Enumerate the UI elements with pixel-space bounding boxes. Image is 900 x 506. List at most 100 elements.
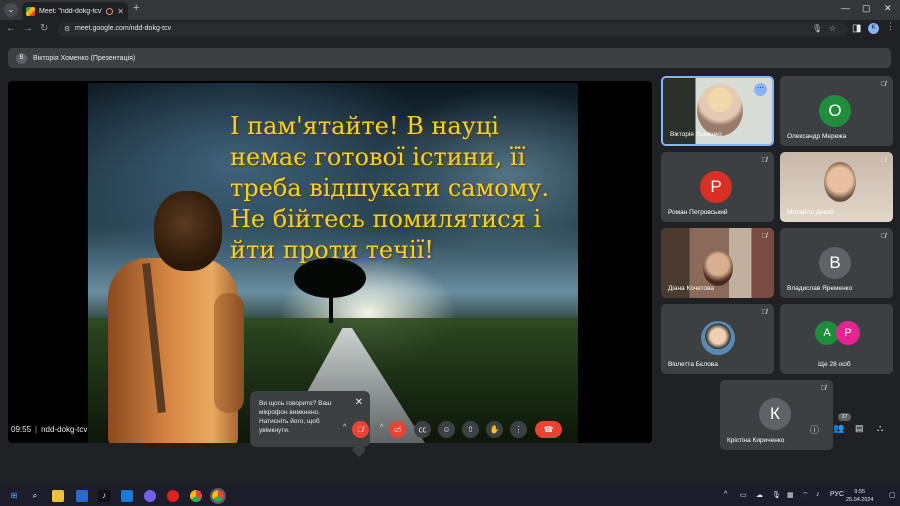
- tray-network-icon[interactable]: ▦: [787, 491, 794, 499]
- chat-icon[interactable]: ▤: [855, 423, 864, 434]
- close-window-button[interactable]: ✕: [884, 3, 892, 14]
- toast-text: Ви щось говорите? Ваш мікрофон вимкнено.…: [259, 400, 332, 434]
- more-participants-tile[interactable]: А Р Ще 28 осіб: [780, 304, 893, 374]
- search-icon[interactable]: ⌕: [29, 490, 41, 502]
- chrome-active-icon[interactable]: [210, 488, 226, 504]
- video-settings-chevron-icon[interactable]: ^: [380, 424, 383, 431]
- reactions-button[interactable]: ☺: [438, 421, 455, 438]
- site-info-icon[interactable]: ⚙: [64, 25, 70, 33]
- back-icon[interactable]: ←: [6, 23, 16, 34]
- participant-avatar: Р: [836, 321, 860, 345]
- raise-hand-button[interactable]: ✋: [486, 421, 503, 438]
- clock-date: 25.04.2024: [846, 497, 874, 503]
- mic-toggle-button[interactable]: 🎙̸: [352, 421, 369, 438]
- tray-volume-icon[interactable]: ♪: [816, 491, 820, 498]
- meeting-info: 09:55 | ndd-dokg-tcv: [11, 425, 88, 434]
- mic-off-icon: 🎙̸: [880, 157, 886, 164]
- tray-app-icon[interactable]: ▭: [740, 491, 747, 499]
- participant-tile[interactable]: 🎙̸ К Крістіна Кириченко: [720, 380, 833, 450]
- participant-avatar: Р: [700, 171, 732, 203]
- browser-menu-icon[interactable]: ⋮: [886, 21, 895, 32]
- profile-avatar[interactable]: K: [868, 23, 879, 34]
- address-bar[interactable]: ⚙ meet.google.com/ndd-dokg-tcv 🎙 ☆: [58, 22, 848, 37]
- participant-tile[interactable]: ⋯ Вікторія Хоменко: [661, 76, 774, 146]
- toast-close-button[interactable]: ✕: [355, 397, 363, 408]
- browser-tabstrip: ⌄ Meet: "ndd-dokg-tcv" ✕ + — ▢ ✕: [0, 0, 900, 20]
- meet-favicon-icon: [26, 6, 35, 16]
- leave-call-button[interactable]: ☎: [535, 421, 562, 438]
- captions-button[interactable]: ㏄: [414, 421, 431, 438]
- presenter-banner: В Вікторія Хоменко (Презентація): [8, 48, 891, 68]
- windows-start-icon[interactable]: ⊞: [8, 490, 20, 502]
- more-options-button[interactable]: ⋮: [510, 421, 527, 438]
- url-text: meet.google.com/ndd-dokg-tcv: [75, 25, 172, 32]
- presenter-label: Вікторія Хоменко (Презентація): [33, 54, 136, 62]
- participant-count-badge: 37: [838, 413, 851, 421]
- tab-meet[interactable]: Meet: "ndd-dokg-tcv" ✕: [22, 2, 128, 20]
- opera-icon[interactable]: [167, 490, 179, 502]
- side-panel-icon[interactable]: ◨: [852, 23, 861, 34]
- maximize-button[interactable]: ▢: [862, 3, 871, 14]
- audio-settings-chevron-icon[interactable]: ^: [343, 424, 346, 431]
- slide-quote: І пам'ятайте! В науці немає готової істи…: [230, 111, 570, 266]
- tiktok-icon[interactable]: ♪: [98, 490, 110, 502]
- mic-off-icon: 🎙̸: [880, 233, 886, 240]
- meeting-time: 09:55: [11, 425, 32, 434]
- taskbar-clock[interactable]: 9:55 25.04.2024: [846, 488, 874, 504]
- tray-wifi-icon[interactable]: ⌔: [802, 491, 809, 500]
- meeting-details-icon[interactable]: ⓘ: [810, 423, 819, 436]
- mic-off-icon: 🎙̸: [761, 233, 767, 240]
- toast-pointer: [351, 442, 367, 458]
- participant-avatar: К: [759, 398, 791, 430]
- participant-face: [703, 250, 733, 286]
- tray-mic-icon[interactable]: 🎙: [772, 491, 781, 499]
- participant-tile[interactable]: 🎙̸ Віолетта Бєлова: [661, 304, 774, 374]
- participant-photo: [701, 321, 735, 355]
- people-icon[interactable]: 👥: [833, 423, 844, 434]
- participant-name: Михайло Дикий: [787, 209, 834, 216]
- mail-icon[interactable]: [76, 490, 88, 502]
- participant-tile[interactable]: 🎙̸ Р Роман Петровський: [661, 152, 774, 222]
- notifications-icon[interactable]: ▢: [889, 491, 896, 499]
- tray-overflow-icon[interactable]: ^: [724, 491, 727, 498]
- clock-time: 9:55: [854, 489, 866, 495]
- participant-name: Владислав Яременко: [787, 285, 853, 292]
- meeting-code: ndd-dokg-tcv: [41, 425, 88, 434]
- participant-tile[interactable]: 🎙̸ В Владислав Яременко: [780, 228, 893, 298]
- minimize-button[interactable]: —: [841, 3, 850, 13]
- presentation-slide: І пам'ятайте! В науці немає готової істи…: [88, 83, 578, 443]
- participant-name: Олександр Мережа: [787, 133, 847, 140]
- bookmark-star-icon[interactable]: ☆: [829, 24, 836, 33]
- present-screen-button[interactable]: ⇧: [462, 421, 479, 438]
- new-tab-button[interactable]: +: [133, 2, 139, 14]
- muted-warning-toast: Ви щось говорите? Ваш мікрофон вимкнено.…: [250, 391, 370, 458]
- chrome-icon[interactable]: [190, 490, 202, 502]
- participant-tile[interactable]: 🎙̸ О Олександр Мережа: [780, 76, 893, 146]
- slide-line: Не бійтесь помилятися і: [230, 205, 542, 233]
- slide-figure-arm: [214, 293, 244, 413]
- participant-face: [824, 162, 856, 202]
- reload-icon[interactable]: ↻: [40, 23, 48, 34]
- participant-tile[interactable]: 🎙̸ Михайло Дикий: [780, 152, 893, 222]
- slide-line: І пам'ятайте! В науці: [230, 112, 499, 140]
- slide-line: йти проти течії!: [230, 236, 434, 264]
- more-options-icon[interactable]: ⋯: [754, 83, 767, 96]
- tray-onedrive-icon[interactable]: ☁: [756, 491, 763, 499]
- tab-close-icon[interactable]: ✕: [117, 7, 124, 16]
- camera-toggle-button[interactable]: ▭̸: [389, 421, 406, 438]
- participant-name: Роман Петровський: [668, 209, 728, 216]
- participant-name: Діана Кочетова: [668, 285, 715, 292]
- microphone-permission-icon[interactable]: 🎙: [812, 24, 822, 33]
- input-language[interactable]: РУС: [830, 491, 844, 498]
- participant-tile[interactable]: 🎙̸ Діана Кочетова: [661, 228, 774, 298]
- edge-icon[interactable]: [121, 490, 133, 502]
- tab-title: Meet: "ndd-dokg-tcv": [39, 7, 103, 15]
- tab-search-icon[interactable]: ⌄: [4, 3, 18, 17]
- file-explorer-icon[interactable]: [52, 490, 64, 502]
- viber-icon[interactable]: [144, 490, 156, 502]
- activities-icon[interactable]: ⛬: [877, 423, 883, 434]
- forward-icon[interactable]: →: [23, 23, 33, 34]
- meet-content: В Вікторія Хоменко (Презентація) І пам'я…: [0, 39, 900, 486]
- more-participants-label: Ще 28 осіб: [818, 361, 851, 368]
- windows-taskbar: ⊞ ⌕ ♪ ^ ▭ ☁ 🎙 ▦ ⌔ ♪ РУС 9:55 25.04.2024 …: [0, 486, 900, 506]
